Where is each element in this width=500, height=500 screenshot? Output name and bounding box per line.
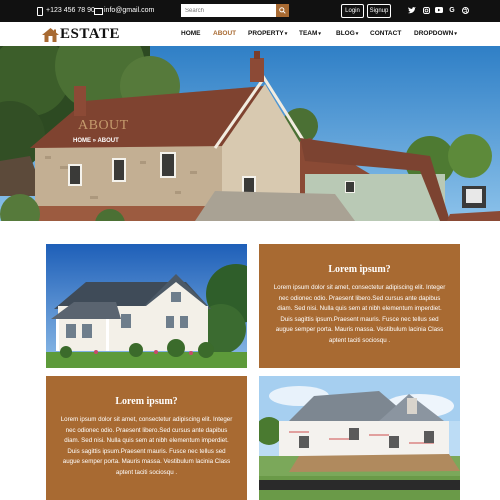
hero-banner: ABOUT HOME » ABOUT xyxy=(0,46,500,221)
hero-house-image xyxy=(0,46,500,221)
nav-about[interactable]: ABOUT xyxy=(213,30,236,37)
phone-number: +123 456 78 90 xyxy=(46,7,95,14)
nav-team[interactable]: TEAM▾ xyxy=(299,30,321,37)
google-icon[interactable]: G xyxy=(447,5,457,15)
nav-contact[interactable]: CONTACT xyxy=(370,30,401,37)
nav-blog[interactable]: BLOG▾ xyxy=(336,30,358,37)
youtube-icon[interactable] xyxy=(434,5,444,15)
site-logo[interactable]: ESTATE xyxy=(42,26,120,43)
chevron-down-icon: ▾ xyxy=(284,31,288,37)
signup-button[interactable]: Signup xyxy=(367,4,391,18)
search-button[interactable] xyxy=(276,4,289,17)
search-icon xyxy=(279,7,286,14)
house-image-1 xyxy=(46,244,247,368)
chevron-down-icon: ▾ xyxy=(454,31,457,37)
house-image-2 xyxy=(259,376,460,500)
card-body: Lorem ipsum dolor sit amet, consectetur … xyxy=(273,284,446,344)
email-address: info@gmail.com xyxy=(104,7,155,14)
breadcrumb-home[interactable]: HOME xyxy=(73,138,91,144)
phone-icon xyxy=(36,7,43,16)
top-bar: +123 456 78 90 info@gmail.com Login Sign… xyxy=(0,0,500,22)
info-card-1: Lorem ipsum? Lorem ipsum dolor sit amet,… xyxy=(259,244,460,368)
instagram-icon[interactable] xyxy=(421,5,431,15)
chevron-down-icon: ▾ xyxy=(318,31,321,37)
nav-dropdown[interactable]: DROPDOWN▾ xyxy=(414,30,457,37)
breadcrumb-separator: » xyxy=(92,138,97,144)
breadcrumb: HOME » ABOUT xyxy=(73,138,119,144)
mail-icon xyxy=(94,7,103,15)
logo-text: ESTATE xyxy=(60,26,120,42)
main-navbar: ESTATE HOME ABOUT PROPERTY▾ TEAM▾ BLOG▾ … xyxy=(0,22,500,46)
info-card-2: Lorem ipsum? Lorem ipsum dolor sit amet,… xyxy=(46,376,247,500)
card-body: Lorem ipsum dolor sit amet, consectetur … xyxy=(60,416,233,476)
search-input[interactable] xyxy=(181,4,276,17)
email-contact[interactable]: info@gmail.com xyxy=(94,7,155,15)
card-title: Lorem ipsum? xyxy=(328,264,391,275)
nav-home[interactable]: HOME xyxy=(181,30,201,37)
house-logo-icon xyxy=(42,27,59,42)
page-title: ABOUT xyxy=(78,118,129,133)
dribbble-icon[interactable] xyxy=(460,5,470,15)
chevron-down-icon: ▾ xyxy=(355,31,359,37)
card-title: Lorem ipsum? xyxy=(115,396,178,407)
nav-property[interactable]: PROPERTY▾ xyxy=(248,30,287,37)
login-button[interactable]: Login xyxy=(341,4,364,18)
breadcrumb-current: ABOUT xyxy=(97,138,119,144)
phone-contact[interactable]: +123 456 78 90 xyxy=(36,7,95,16)
twitter-icon[interactable] xyxy=(407,5,417,15)
